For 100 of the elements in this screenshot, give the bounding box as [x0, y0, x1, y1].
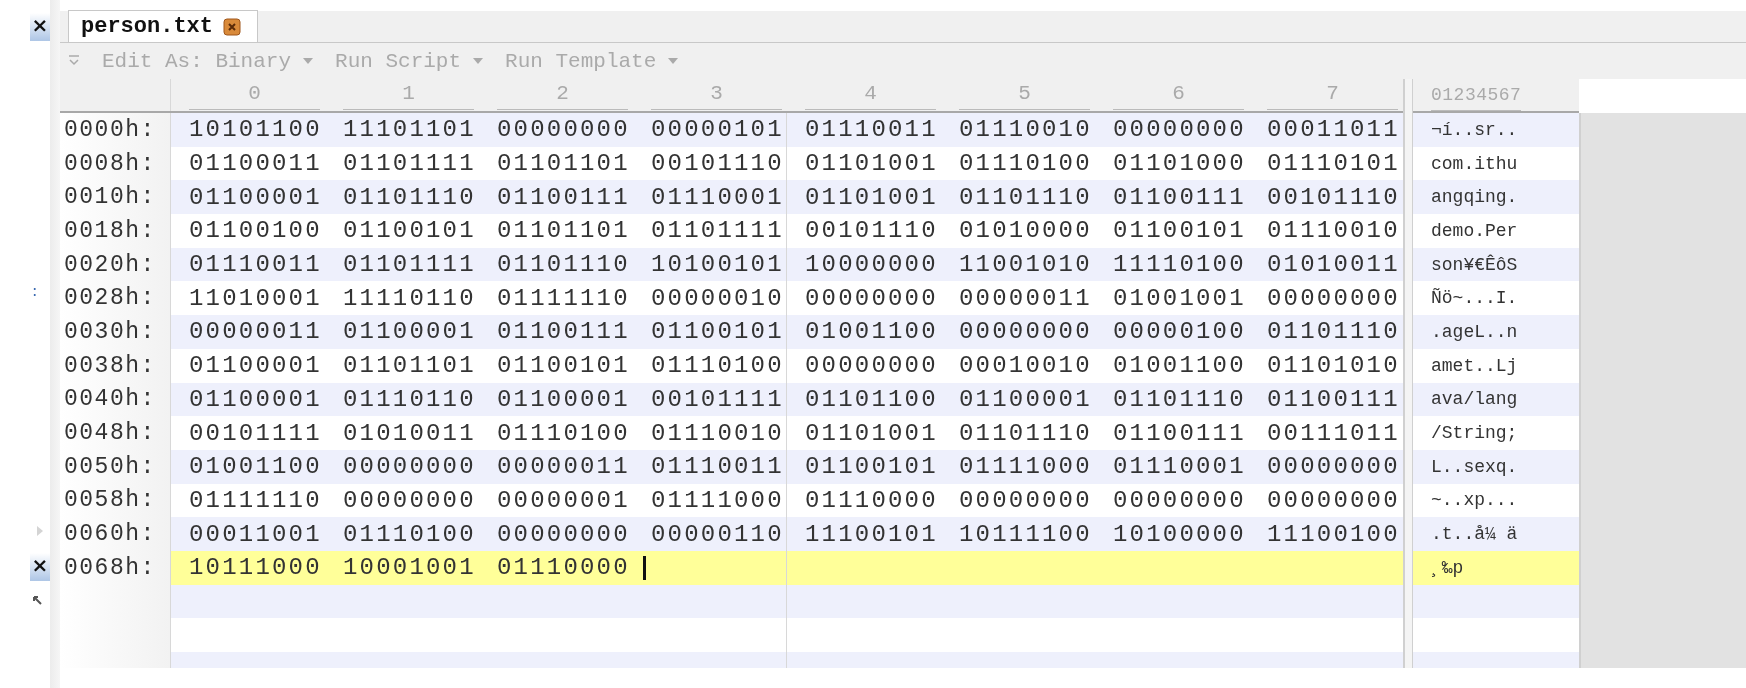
byte-value[interactable]: 01101110	[1267, 318, 1400, 346]
text-preview[interactable]: com.ithu	[1431, 153, 1518, 174]
byte-value[interactable]: 01100101	[805, 453, 938, 481]
text-preview[interactable]: ¬í..sr..	[1431, 119, 1518, 140]
byte-value[interactable]: 11100100	[1267, 520, 1400, 548]
byte-value[interactable]: 01110001	[651, 183, 784, 211]
byte-value[interactable]: 01100101	[343, 217, 476, 245]
text-preview[interactable]: Ñö~...I.	[1431, 288, 1518, 309]
byte-value[interactable]: 11010001	[189, 284, 322, 312]
byte-value[interactable]: 00101111	[189, 419, 322, 447]
text-preview[interactable]: angqing.	[1431, 187, 1518, 208]
text-preview[interactable]: demo.Per	[1431, 220, 1518, 241]
byte-value[interactable]: 01100100	[189, 217, 322, 245]
byte-value[interactable]: 01100101	[1113, 217, 1246, 245]
byte-value[interactable]: 01100001	[189, 352, 322, 380]
byte-value[interactable]: 00000101	[651, 116, 784, 144]
byte-value[interactable]: 10100101	[651, 251, 784, 279]
byte-value[interactable]: 01100111	[1113, 419, 1246, 447]
byte-value[interactable]: 01110100	[959, 150, 1092, 178]
byte-value[interactable]: 00000110	[651, 520, 784, 548]
byte-value[interactable]: 00000100	[1113, 318, 1246, 346]
byte-value[interactable]: 01101111	[651, 217, 784, 245]
text-preview[interactable]: .ageL..n	[1431, 321, 1518, 342]
byte-value[interactable]: 00000000	[1267, 486, 1400, 514]
byte-value[interactable]: 00000001	[497, 486, 630, 514]
byte-value[interactable]: 01110101	[1267, 150, 1400, 178]
byte-value[interactable]: 01111000	[651, 486, 784, 514]
byte-value[interactable]: 11110100	[1113, 251, 1246, 279]
file-tab[interactable]: person.txt	[68, 10, 259, 42]
byte-value[interactable]: 00000000	[1113, 116, 1246, 144]
byte-value[interactable]: 01101001	[805, 183, 938, 211]
close-button[interactable]: ×	[30, 553, 50, 581]
close-button[interactable]: ×	[30, 13, 50, 41]
byte-value[interactable]: 00000011	[497, 453, 630, 481]
byte-value[interactable]: 00000000	[497, 520, 630, 548]
byte-value[interactable]: 01101110	[497, 251, 630, 279]
byte-value[interactable]: 01001001	[1113, 284, 1246, 312]
byte-value[interactable]: 01101001	[805, 150, 938, 178]
byte-value[interactable]: 00000000	[1267, 453, 1400, 481]
byte-value[interactable]: 10111000	[189, 554, 322, 582]
text-preview[interactable]: .t..å¼ ä	[1431, 524, 1518, 545]
byte-value[interactable]: 01111000	[959, 453, 1092, 481]
byte-value[interactable]: 00010010	[959, 352, 1092, 380]
byte-value[interactable]: 01101111	[343, 251, 476, 279]
byte-value[interactable]: 01001100	[1113, 352, 1246, 380]
byte-value[interactable]: 00011001	[189, 520, 322, 548]
close-icon[interactable]	[223, 17, 242, 36]
byte-value[interactable]: 01110011	[189, 251, 322, 279]
byte-value[interactable]: 01110010	[959, 116, 1092, 144]
byte-value[interactable]: 01111110	[189, 486, 322, 514]
byte-value[interactable]: 01101010	[1267, 352, 1400, 380]
byte-value[interactable]: 01100101	[651, 318, 784, 346]
byte-value[interactable]: 01101101	[497, 217, 630, 245]
text-preview[interactable]: ~..xp...	[1431, 490, 1518, 511]
byte-value[interactable]: 11101101	[343, 116, 476, 144]
byte-value[interactable]: 01110100	[651, 352, 784, 380]
byte-value[interactable]: 10101100	[189, 116, 322, 144]
byte-value[interactable]: 00011011	[1267, 116, 1400, 144]
byte-value[interactable]: 01100001	[189, 385, 322, 413]
byte-value[interactable]: 01110100	[343, 520, 476, 548]
byte-value[interactable]: 01110001	[1113, 453, 1246, 481]
byte-value[interactable]: 01100001	[189, 183, 322, 211]
byte-value[interactable]: 01100111	[497, 318, 630, 346]
byte-value[interactable]: 01111110	[497, 284, 630, 312]
byte-value[interactable]: 01100001	[343, 318, 476, 346]
byte-value[interactable]: 01010011	[1267, 251, 1400, 279]
byte-value[interactable]: 00000010	[651, 284, 784, 312]
byte-value[interactable]: 00000011	[959, 284, 1092, 312]
byte-value[interactable]: 01101001	[805, 419, 938, 447]
text-preview[interactable]: ¸‰p	[1431, 557, 1464, 578]
byte-value[interactable]: 00101110	[805, 217, 938, 245]
byte-value[interactable]: 00101110	[1267, 183, 1400, 211]
byte-value[interactable]: 01110000	[805, 486, 938, 514]
byte-value[interactable]: 10100000	[1113, 520, 1246, 548]
byte-value[interactable]: 01110000	[497, 554, 630, 582]
byte-value[interactable]: 01110011	[805, 116, 938, 144]
byte-value[interactable]: 01101000	[1113, 150, 1246, 178]
byte-value[interactable]: 01101110	[1113, 385, 1246, 413]
byte-value[interactable]: 11100101	[805, 520, 938, 548]
text-preview[interactable]: /String;	[1431, 423, 1518, 444]
byte-value[interactable]: 01100001	[959, 385, 1092, 413]
splitter-bar[interactable]	[1403, 79, 1413, 668]
byte-value[interactable]: 00000000	[1113, 486, 1246, 514]
byte-value[interactable]: 01101111	[343, 150, 476, 178]
byte-value[interactable]: 01100101	[497, 352, 630, 380]
byte-value[interactable]: 01100001	[497, 385, 630, 413]
text-preview[interactable]: amet..Lj	[1431, 355, 1518, 376]
byte-value[interactable]: 00000000	[343, 453, 476, 481]
byte-value[interactable]: 01101110	[343, 183, 476, 211]
byte-value[interactable]: 00000000	[959, 318, 1092, 346]
byte-value[interactable]: 01110110	[343, 385, 476, 413]
byte-value[interactable]: 00000000	[497, 116, 630, 144]
byte-value[interactable]: 11110110	[343, 284, 476, 312]
byte-value[interactable]: 01110010	[1267, 217, 1400, 245]
byte-value[interactable]: 00101111	[651, 385, 784, 413]
byte-value[interactable]: 00111011	[1267, 419, 1400, 447]
byte-value[interactable]: 01010000	[959, 217, 1092, 245]
byte-value[interactable]: 00000011	[189, 318, 322, 346]
byte-value[interactable]: 01010011	[343, 419, 476, 447]
byte-value[interactable]: 00000000	[805, 352, 938, 380]
